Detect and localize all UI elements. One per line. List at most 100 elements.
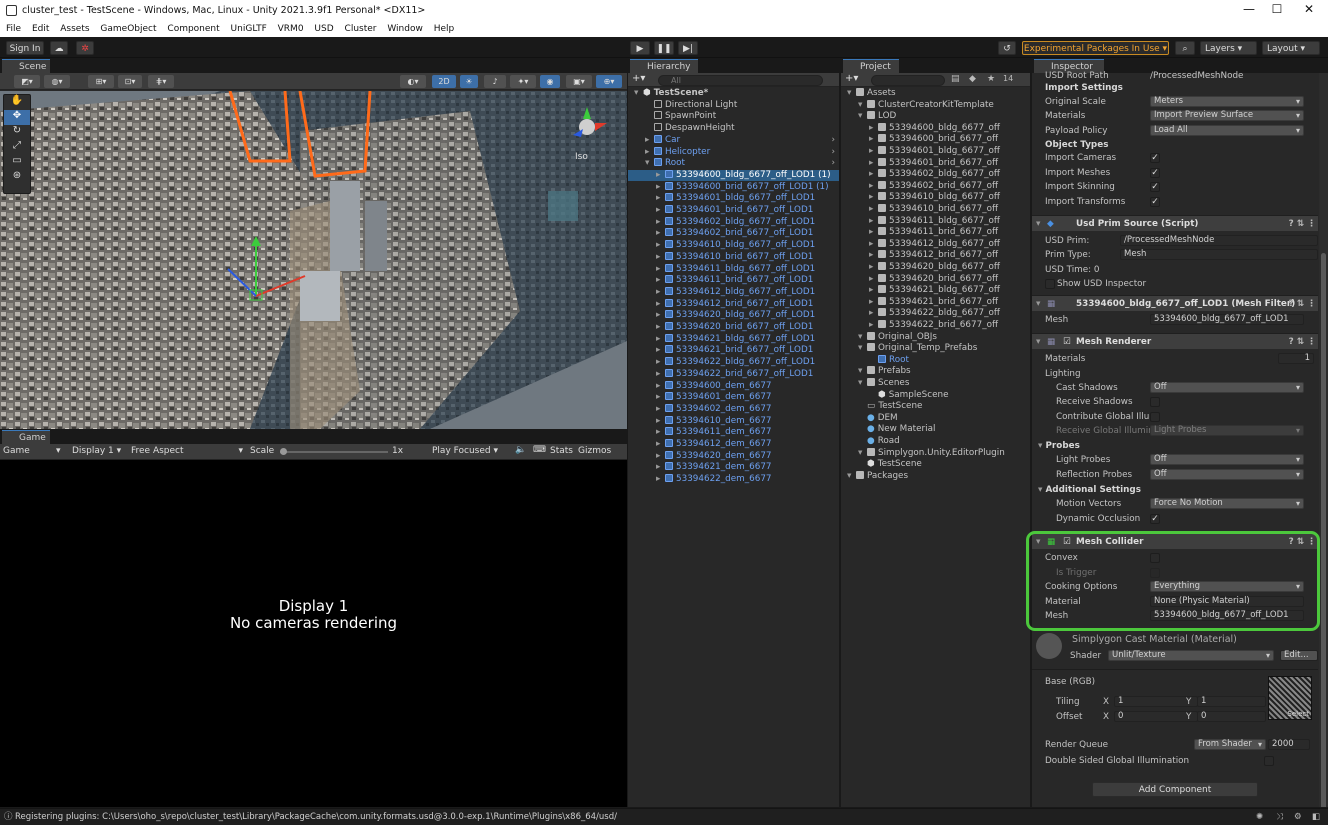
- grid-snap-dropdown[interactable]: ⋕▾: [148, 75, 174, 88]
- probes-header[interactable]: ▾ Probes: [1038, 441, 1080, 451]
- project-item[interactable]: ▸ 53394611_brid_6677_off: [841, 227, 1030, 239]
- search-icon[interactable]: ⌕: [1175, 41, 1195, 55]
- foldout-arrow-icon[interactable]: ▸: [656, 228, 665, 239]
- experimental-packages-dropdown[interactable]: Experimental Packages In Use ▾: [1022, 41, 1169, 55]
- hierarchy-item[interactable]: ▸ 53394602_bldg_6677_off_LOD1: [628, 216, 839, 229]
- project-item[interactable]: ▸ 53394601_bldg_6677_off: [841, 146, 1030, 158]
- minimize-button[interactable]: —: [1238, 2, 1260, 16]
- menu-edit[interactable]: Edit: [32, 24, 49, 34]
- foldout-arrow-icon[interactable]: ▾: [1036, 334, 1040, 350]
- project-item[interactable]: ▸ 53394601_brid_6677_off: [841, 157, 1030, 170]
- foldout-arrow-icon[interactable]: ▸: [656, 357, 665, 368]
- foldout-arrow-icon[interactable]: ▸: [656, 310, 665, 321]
- global-dropdown[interactable]: ⊡▾: [118, 75, 142, 88]
- foldout-arrow-icon[interactable]: ▾: [858, 100, 867, 111]
- hand-tool-icon[interactable]: ✋: [4, 95, 30, 110]
- menu-usd[interactable]: USD: [314, 24, 333, 34]
- component-menu-icon[interactable]: ? ⇅ ⋮: [1289, 216, 1316, 232]
- mesh-renderer-header[interactable]: ▾ ▦ ☑ Mesh Renderer ? ⇅ ⋮: [1032, 333, 1318, 349]
- foldout-arrow-icon[interactable]: ▸: [869, 227, 878, 238]
- project-item[interactable]: ▸ 53394610_bldg_6677_off: [841, 192, 1030, 204]
- hierarchy-item[interactable]: ▸ 53394622_brid_6677_off_LOD1: [628, 368, 839, 381]
- foldout-arrow-icon[interactable]: ▸: [869, 146, 878, 157]
- usd-prim-source-header[interactable]: ▾ ◆ Usd Prim Source (Script) ? ⇅ ⋮: [1032, 215, 1318, 231]
- light-probes-dropdown[interactable]: Off: [1150, 454, 1304, 465]
- project-item[interactable]: ▸ 53394622_bldg_6677_off: [841, 308, 1030, 320]
- foldout-arrow-icon[interactable]: ▸: [656, 205, 665, 216]
- tab-project[interactable]: Project: [843, 59, 899, 73]
- foldout-arrow-icon[interactable]: ▾: [858, 366, 867, 377]
- collab-icon[interactable]: ✲: [76, 41, 94, 55]
- step-button[interactable]: ▶|: [678, 41, 698, 55]
- project-item[interactable]: ▾ LOD: [841, 111, 1030, 123]
- hierarchy-item[interactable]: ▸ 53394601_dem_6677: [628, 392, 839, 404]
- prim-type-field[interactable]: Mesh: [1120, 249, 1318, 260]
- foldout-arrow-icon[interactable]: ▾: [847, 88, 856, 99]
- hierarchy-item[interactable]: ▸ Car ›: [628, 134, 839, 147]
- hierarchy-item[interactable]: ▸ 53394601_bldg_6677_off_LOD1: [628, 193, 839, 205]
- foldout-arrow-icon[interactable]: ▸: [656, 439, 665, 450]
- hierarchy-item[interactable]: SpawnPoint: [628, 111, 839, 123]
- hierarchy-item[interactable]: ▾ ⬢ TestScene*: [628, 88, 839, 100]
- payload-policy-dropdown[interactable]: Load All: [1150, 125, 1304, 136]
- foldout-arrow-icon[interactable]: ▸: [869, 216, 878, 227]
- foldout-arrow-icon[interactable]: ▸: [656, 217, 665, 228]
- project-item[interactable]: ▾ Packages: [841, 470, 1030, 483]
- hierarchy-item[interactable]: ▸ 53394620_bldg_6677_off_LOD1: [628, 310, 839, 322]
- project-item[interactable]: ▸ 53394611_bldg_6677_off: [841, 215, 1030, 228]
- shading-mode-dropdown[interactable]: ◩▾: [14, 75, 40, 88]
- save-search-icon[interactable]: ★: [987, 74, 995, 84]
- toggle-2d-button[interactable]: 2D: [432, 75, 456, 88]
- layout-dropdown[interactable]: Layout ▾: [1262, 41, 1320, 55]
- project-item[interactable]: ▸ 53394612_bldg_6677_off: [841, 238, 1030, 251]
- history-icon[interactable]: ↺: [998, 41, 1016, 55]
- orientation-gizmo-icon[interactable]: Iso: [565, 103, 620, 163]
- scene-viewport[interactable]: ✋ ✥ ↻ ⤢ ▭ ⊛ Iso: [0, 91, 627, 429]
- project-item[interactable]: ▾ Simplygon.Unity.EditorPlugin: [841, 447, 1030, 460]
- cache-icon[interactable]: ⚙: [1294, 809, 1302, 825]
- foldout-arrow-icon[interactable]: ▾: [634, 88, 643, 99]
- project-item[interactable]: ● Road: [841, 436, 1030, 448]
- menu-help[interactable]: Help: [434, 24, 455, 34]
- audio-toggle-icon[interactable]: ♪: [484, 75, 506, 88]
- receive-shadows-checkbox[interactable]: [1150, 397, 1160, 407]
- keyboard-icon[interactable]: ⌨: [533, 445, 546, 455]
- hierarchy-item[interactable]: ▸ 53394610_dem_6677: [628, 415, 839, 428]
- foldout-arrow-icon[interactable]: ▸: [656, 334, 665, 345]
- camera-settings-dropdown[interactable]: ▣▾: [566, 75, 592, 88]
- hidden-toggle-icon[interactable]: ◉: [540, 75, 560, 88]
- hierarchy-item[interactable]: ▸ 53394621_dem_6677: [628, 462, 839, 474]
- hierarchy-item[interactable]: ▸ 53394620_dem_6677: [628, 450, 839, 463]
- project-item[interactable]: ▸ 53394620_brid_6677_off: [841, 273, 1030, 286]
- hierarchy-item[interactable]: ▸ Helicopter ›: [628, 146, 839, 159]
- foldout-arrow-icon[interactable]: ▸: [656, 299, 665, 310]
- usd-root-path-value[interactable]: /ProcessedMeshNode: [1150, 69, 1243, 83]
- foldout-arrow-icon[interactable]: ▸: [656, 404, 665, 415]
- project-item[interactable]: ▾ Prefabs: [841, 366, 1030, 378]
- show-usd-inspector-checkbox[interactable]: [1045, 279, 1055, 289]
- project-item[interactable]: ● New Material: [841, 424, 1030, 436]
- game-view-dropdown[interactable]: Game ▾: [3, 446, 63, 456]
- stats-button[interactable]: Stats: [550, 446, 573, 456]
- component-menu-icon[interactable]: ? ⇅ ⋮: [1289, 334, 1316, 350]
- hierarchy-item[interactable]: ▸ 53394602_dem_6677: [628, 403, 839, 416]
- hierarchy-item[interactable]: Directional Light: [628, 99, 839, 112]
- mesh-field[interactable]: 53394600_bldg_6677_off_LOD1: [1150, 314, 1304, 325]
- render-queue-dropdown[interactable]: From Shader: [1194, 739, 1266, 750]
- project-item[interactable]: ▸ 53394620_bldg_6677_off: [841, 262, 1030, 274]
- display-dropdown[interactable]: Display 1 ▾: [72, 446, 124, 456]
- hierarchy-item[interactable]: ▸ 53394611_bldg_6677_off_LOD1: [628, 263, 839, 276]
- renderer-materials-row[interactable]: Materials 1: [1032, 352, 1318, 366]
- project-item[interactable]: ● DEM: [841, 413, 1030, 425]
- project-item[interactable]: ▾ Original_Temp_Prefabs: [841, 343, 1030, 355]
- foldout-arrow-icon[interactable]: ▸: [656, 275, 665, 286]
- dynamic-occlusion-checkbox[interactable]: ✓: [1150, 514, 1160, 524]
- foldout-arrow-icon[interactable]: ▸: [869, 181, 878, 192]
- foldout-arrow-icon[interactable]: ▸: [869, 285, 878, 296]
- hierarchy-item[interactable]: ▾ Root ›: [628, 158, 839, 170]
- additional-settings-header[interactable]: ▾ Additional Settings: [1038, 485, 1141, 495]
- menu-file[interactable]: File: [6, 24, 21, 34]
- play-focused-dropdown[interactable]: Play Focused ▾: [432, 446, 510, 456]
- filter-label-icon[interactable]: ◆: [969, 74, 976, 84]
- draw-mode-dropdown[interactable]: ◍▾: [44, 75, 70, 88]
